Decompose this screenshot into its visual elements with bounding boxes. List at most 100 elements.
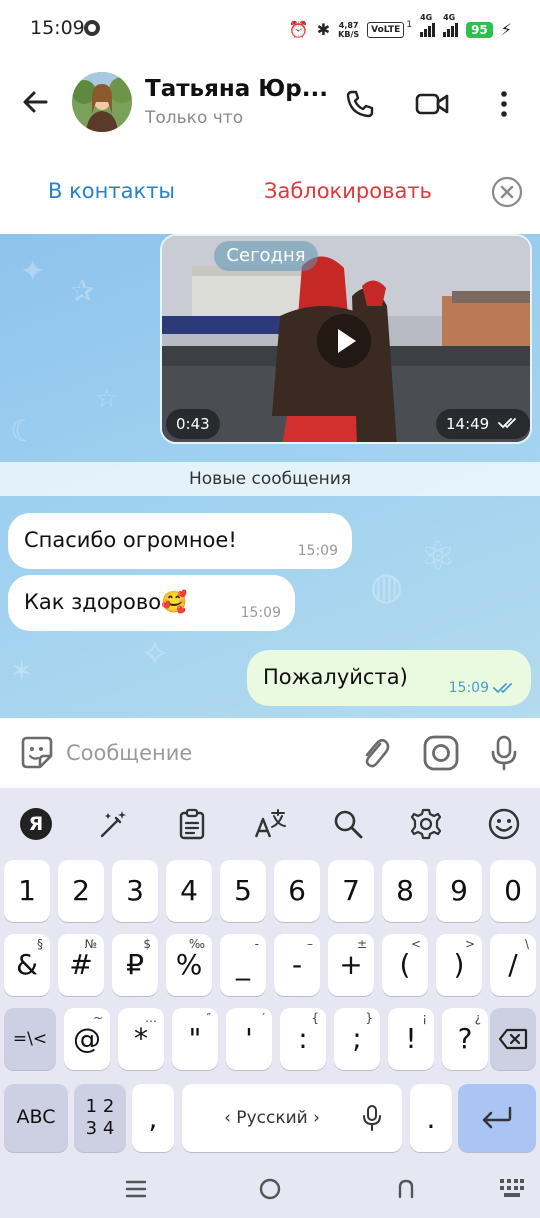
attach-button[interactable] xyxy=(354,732,396,774)
home-circle-icon xyxy=(259,1178,281,1200)
key-9[interactable]: 9 xyxy=(436,860,482,922)
message-bubble-outgoing[interactable]: Пожалуйста) 15:09 xyxy=(247,650,531,706)
yandex-logo-button[interactable]: Я xyxy=(16,804,56,844)
wallpaper-doodle-icon: ⚛ xyxy=(420,534,456,580)
key-hash[interactable]: № # xyxy=(58,934,104,996)
wallpaper-doodle-icon: ☾ xyxy=(10,414,37,449)
key-6[interactable]: 6 xyxy=(274,860,320,922)
keyboard-grid-button[interactable] xyxy=(494,1174,530,1204)
status-bar: 15:09 ⏰ ✱ 4,87 KB/S VoLTE 1 4G 4G 95 ⚡ xyxy=(0,0,540,58)
key-underscore[interactable]: - _ xyxy=(220,934,266,996)
play-button[interactable] xyxy=(317,314,371,368)
home-button[interactable] xyxy=(252,1174,288,1204)
chat-area[interactable]: ✦ ✰ ☆ ☾ ⚛ ◍ ✧ ✶ Сегодня 0:43 14:49 Новые… xyxy=(0,234,540,718)
key-label: 5 xyxy=(234,874,252,907)
space-language-label: ‹ Русский › xyxy=(224,1108,320,1128)
key-4[interactable]: 4 xyxy=(166,860,212,922)
contact-avatar[interactable] xyxy=(72,72,132,132)
keyboard-search-button[interactable] xyxy=(328,804,368,844)
bluetooth-icon: ✱ xyxy=(316,20,331,39)
sticker-button[interactable] xyxy=(18,734,56,772)
message-input[interactable] xyxy=(66,736,346,770)
translate-button[interactable] xyxy=(250,804,290,844)
network-speed: 4,87 KB/S xyxy=(338,21,359,39)
double-check-icon xyxy=(493,683,512,694)
video-call-button[interactable] xyxy=(412,84,452,124)
yandex-logo-icon: Я xyxy=(20,808,52,840)
key-8[interactable]: 8 xyxy=(382,860,428,922)
key-label: % xyxy=(175,948,203,981)
key-double-quote[interactable]: ″ " xyxy=(172,1008,218,1070)
clipboard-icon xyxy=(179,808,205,840)
new-messages-divider: Новые сообщения xyxy=(0,462,540,496)
key-open-paren[interactable]: <( xyxy=(382,934,428,996)
key-label: 0 xyxy=(504,874,522,907)
menu-lines-icon xyxy=(125,1180,147,1198)
key-comma[interactable]: , xyxy=(132,1084,174,1152)
contact-status: Только что xyxy=(145,108,244,128)
key-1[interactable]: 1 xyxy=(4,860,50,922)
back-button[interactable] xyxy=(18,84,54,120)
magic-wand-button[interactable] xyxy=(94,804,134,844)
key-question[interactable]: ¿? xyxy=(442,1008,488,1070)
key-abc-switch[interactable]: ABC xyxy=(4,1084,68,1152)
key-label: , xyxy=(148,1102,158,1135)
clipboard-button[interactable] xyxy=(172,804,212,844)
key-0[interactable]: 0 xyxy=(490,860,536,922)
wallpaper-doodle-icon: ✰ xyxy=(70,274,96,309)
contact-name[interactable]: Татьяна Юр... xyxy=(145,76,328,102)
key-colon[interactable]: {: xyxy=(280,1008,326,1070)
key-5[interactable]: 5 xyxy=(220,860,266,922)
key-label: 2 xyxy=(72,874,90,907)
key-space[interactable]: ‹ Русский › xyxy=(182,1084,402,1152)
gear-icon xyxy=(410,808,442,840)
recent-apps-button[interactable] xyxy=(118,1174,154,1204)
back-nav-button[interactable] xyxy=(388,1174,424,1204)
key-percent[interactable]: ‰% xyxy=(166,934,212,996)
key-ampersand[interactable]: § & xyxy=(4,934,50,996)
key-slash[interactable]: \ / xyxy=(490,934,536,996)
key-3[interactable]: 3 xyxy=(112,860,158,922)
message-text: Спасибо огромное! xyxy=(24,528,237,552)
key-asterisk[interactable]: … * xyxy=(118,1008,164,1070)
network-speed-value: 4,87 xyxy=(338,21,359,30)
key-minus[interactable]: – - xyxy=(274,934,320,996)
close-action-bar-button[interactable] xyxy=(491,176,523,208)
camera-button[interactable] xyxy=(420,732,462,774)
message-bubble-incoming[interactable]: Как здорово🥰 15:09 xyxy=(8,575,295,631)
key-semicolon[interactable]: }; xyxy=(334,1008,380,1070)
key-close-paren[interactable]: >) xyxy=(436,934,482,996)
sim1-index: 1 xyxy=(406,20,413,30)
voice-record-button[interactable] xyxy=(483,732,525,774)
call-button[interactable] xyxy=(340,84,380,124)
charging-icon: ⚡ xyxy=(500,20,512,39)
emoji-panel-button[interactable] xyxy=(484,804,524,844)
key-label: * xyxy=(134,1022,148,1055)
alarm-icon: ⏰ xyxy=(288,20,309,39)
key-more-symbols[interactable]: =\< xyxy=(4,1008,56,1070)
key-period[interactable]: . xyxy=(410,1084,452,1152)
search-icon xyxy=(334,810,363,839)
key-apostrophe[interactable]: ′ ' xyxy=(226,1008,272,1070)
key-at[interactable]: ~ @ xyxy=(64,1008,110,1070)
battery-level: 95 xyxy=(466,22,493,38)
signal-sim2-icon: 4G xyxy=(443,13,459,37)
key-ruble[interactable]: $ ₽ xyxy=(112,934,158,996)
key-7[interactable]: 7 xyxy=(328,860,374,922)
key-2[interactable]: 2 xyxy=(58,860,104,922)
enter-arrow-icon xyxy=(482,1106,512,1129)
key-label: @ xyxy=(73,1022,101,1055)
key-label: 3 xyxy=(126,874,144,907)
key-backspace[interactable] xyxy=(490,1008,536,1070)
more-options-button[interactable] xyxy=(484,84,524,124)
key-numpad-switch[interactable]: 1 2 3 4 xyxy=(74,1084,126,1152)
key-exclamation[interactable]: ¡! xyxy=(388,1008,434,1070)
key-enter[interactable] xyxy=(458,1084,536,1152)
keyboard-settings-button[interactable] xyxy=(406,804,446,844)
sticker-smiley-icon xyxy=(21,736,53,769)
wallpaper-doodle-icon: ✧ xyxy=(140,634,171,675)
block-user-button[interactable]: Заблокировать xyxy=(264,179,432,203)
message-bubble-incoming[interactable]: Спасибо огромное! 15:09 xyxy=(8,513,352,569)
key-plus[interactable]: ± + xyxy=(328,934,374,996)
add-to-contacts-button[interactable]: В контакты xyxy=(48,179,175,203)
